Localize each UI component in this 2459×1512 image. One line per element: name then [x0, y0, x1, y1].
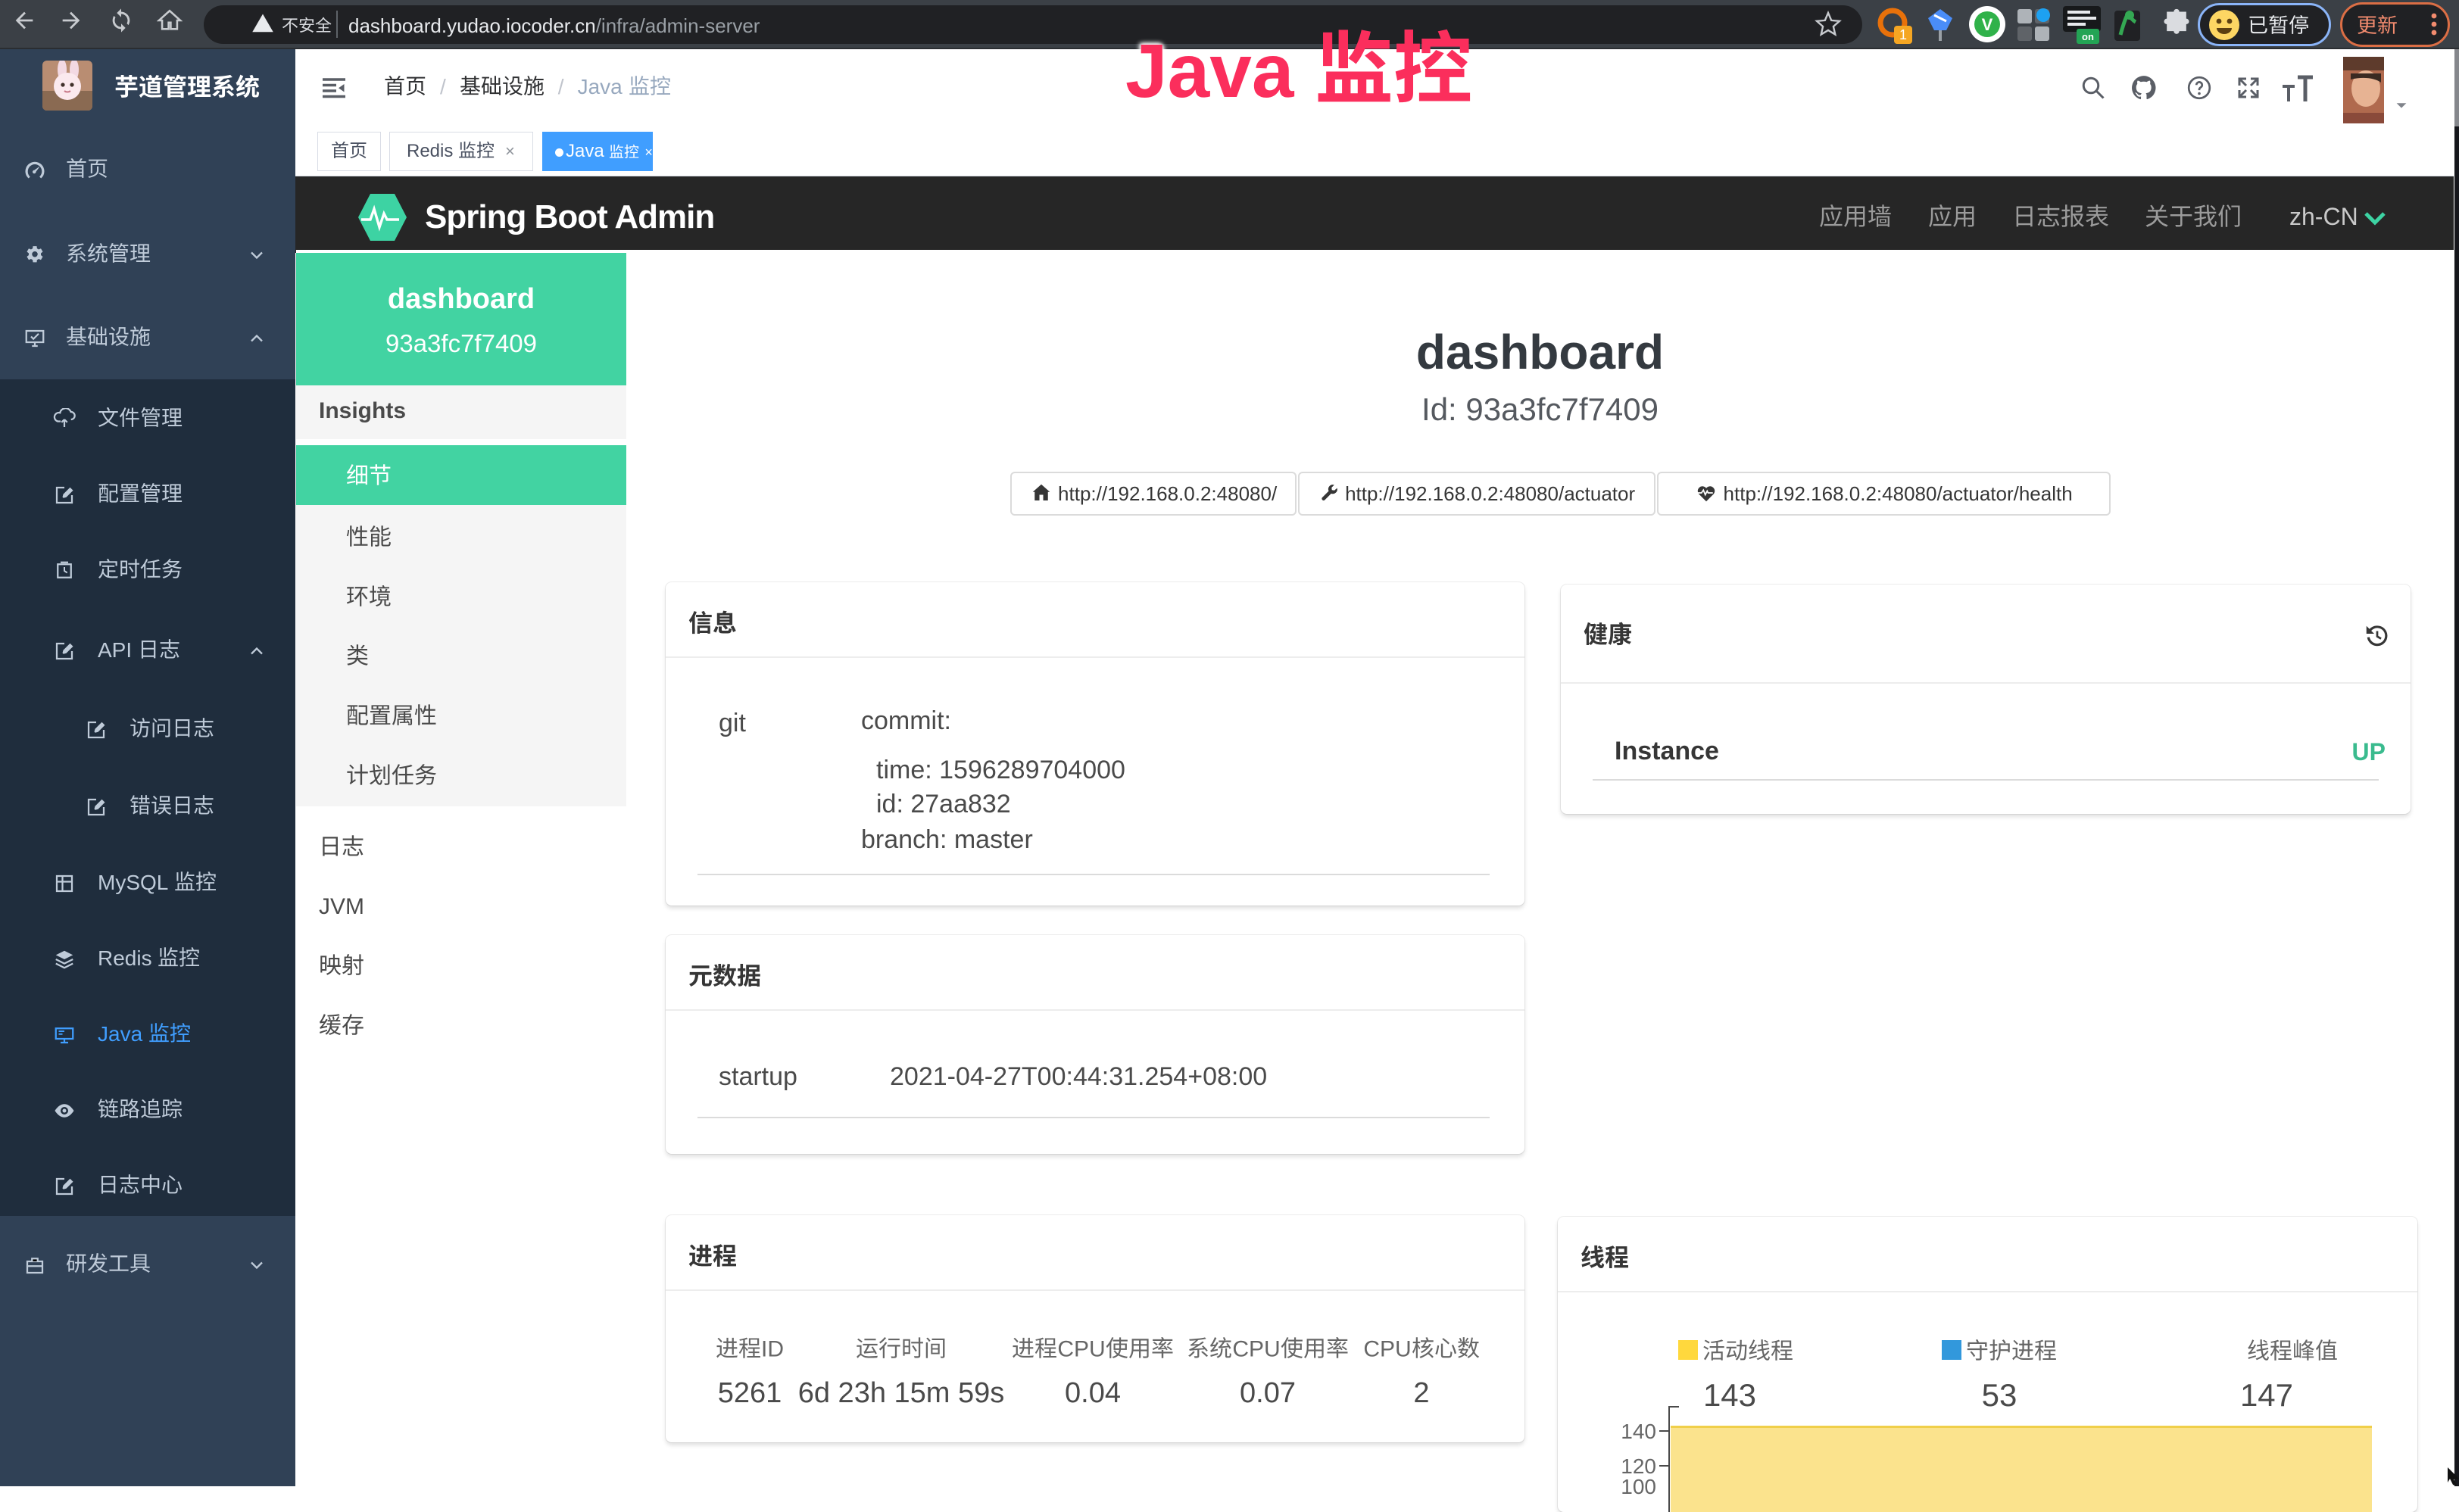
svg-text:V: V: [1982, 15, 1993, 34]
svg-text:1: 1: [1899, 27, 1907, 42]
svg-text:on: on: [2082, 31, 2094, 42]
